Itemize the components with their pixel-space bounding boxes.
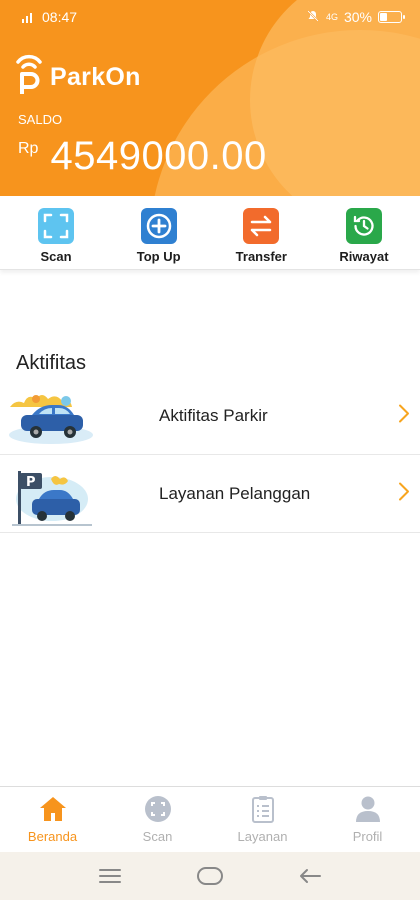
app-logo: ParkOn bbox=[14, 52, 141, 96]
section-title-aktifitas: Aktifitas bbox=[16, 352, 87, 374]
nav-label: Layanan bbox=[237, 829, 288, 844]
swap-arrows-icon bbox=[243, 208, 280, 244]
balance-label: SALDO bbox=[18, 112, 63, 127]
parkon-logo-icon bbox=[14, 52, 48, 96]
signal-icon bbox=[22, 11, 36, 23]
home-outline-icon[interactable] bbox=[185, 861, 235, 891]
top-up-button[interactable]: Top Up bbox=[109, 196, 209, 269]
nav-label: Profil bbox=[352, 829, 383, 844]
system-navigation-bar bbox=[0, 852, 420, 900]
menu-item-aktifitas-parkir[interactable]: Aktifitas Parkir bbox=[0, 377, 420, 455]
header-banner: 08:47 4G 30% ParkOn SALDO Rp 4549000.00 bbox=[0, 0, 420, 196]
menu-item-label: Aktifitas Parkir bbox=[159, 405, 268, 425]
history-clock-icon bbox=[345, 208, 382, 244]
scan-icon bbox=[143, 795, 173, 823]
battery-icon bbox=[378, 11, 405, 23]
top-up-label: Top Up bbox=[136, 249, 181, 264]
scan-button[interactable]: Scan bbox=[6, 196, 106, 269]
nav-label: Scan bbox=[142, 829, 173, 844]
nav-beranda[interactable]: Beranda bbox=[0, 787, 105, 852]
chevron-right-icon bbox=[398, 403, 410, 428]
nav-profil[interactable]: Profil bbox=[315, 787, 420, 852]
menu-icon[interactable] bbox=[85, 861, 135, 891]
battery-percent: 30% bbox=[343, 9, 372, 25]
nav-scan[interactable]: Scan bbox=[105, 787, 210, 852]
data-icon: 4G bbox=[325, 12, 338, 22]
transfer-label: Transfer bbox=[235, 249, 287, 264]
nav-layanan[interactable]: Layanan bbox=[210, 787, 315, 852]
mute-icon bbox=[306, 9, 320, 26]
back-arrow-icon[interactable] bbox=[285, 861, 335, 891]
menu-item-layanan-pelanggan[interactable]: P Layanan Pelanggan bbox=[0, 455, 420, 533]
parking-service-illustration: P bbox=[6, 465, 96, 526]
bottom-navigation: Beranda Scan Layanan Profil bbox=[0, 786, 420, 852]
nav-label: Beranda bbox=[27, 829, 78, 844]
parked-car-illustration bbox=[6, 387, 96, 445]
quick-actions: Scan Top Up Transfer Riwayat bbox=[0, 196, 420, 270]
chevron-right-icon bbox=[398, 481, 410, 506]
balance-amount: 4549000.00 bbox=[50, 134, 267, 178]
currency-label: Rp bbox=[18, 140, 39, 157]
clipboard-icon bbox=[248, 795, 278, 823]
transfer-button[interactable]: Transfer bbox=[211, 196, 311, 269]
status-bar: 08:47 4G 30% bbox=[0, 0, 420, 34]
balance-display: Rp 4549000.00 bbox=[18, 134, 267, 179]
status-time: 08:47 bbox=[42, 9, 78, 25]
scan-frame-icon bbox=[38, 208, 74, 244]
profile-icon bbox=[353, 795, 383, 823]
app-name: ParkOn bbox=[50, 63, 141, 91]
history-label: Riwayat bbox=[339, 249, 389, 264]
history-button[interactable]: Riwayat bbox=[314, 196, 414, 269]
menu-item-label: Layanan Pelanggan bbox=[159, 483, 311, 503]
plus-circle-icon bbox=[140, 208, 177, 244]
scan-label: Scan bbox=[40, 249, 72, 264]
home-icon bbox=[38, 795, 68, 823]
svg-text:P: P bbox=[26, 475, 36, 490]
